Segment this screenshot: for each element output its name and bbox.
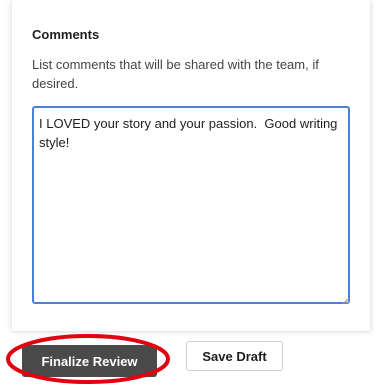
save-draft-button[interactable]: Save Draft [186,341,283,371]
comments-help-text: List comments that will be shared with t… [32,57,319,91]
comments-heading: Comments [32,27,100,42]
finalize-review-button[interactable]: Finalize Review [22,345,157,377]
comments-panel: Comments List comments that will be shar… [12,0,370,331]
resize-handle-icon[interactable] [341,296,350,305]
footer-divider [12,331,370,332]
comments-textarea[interactable]: I LOVED your story and your passion. Goo… [32,106,350,304]
